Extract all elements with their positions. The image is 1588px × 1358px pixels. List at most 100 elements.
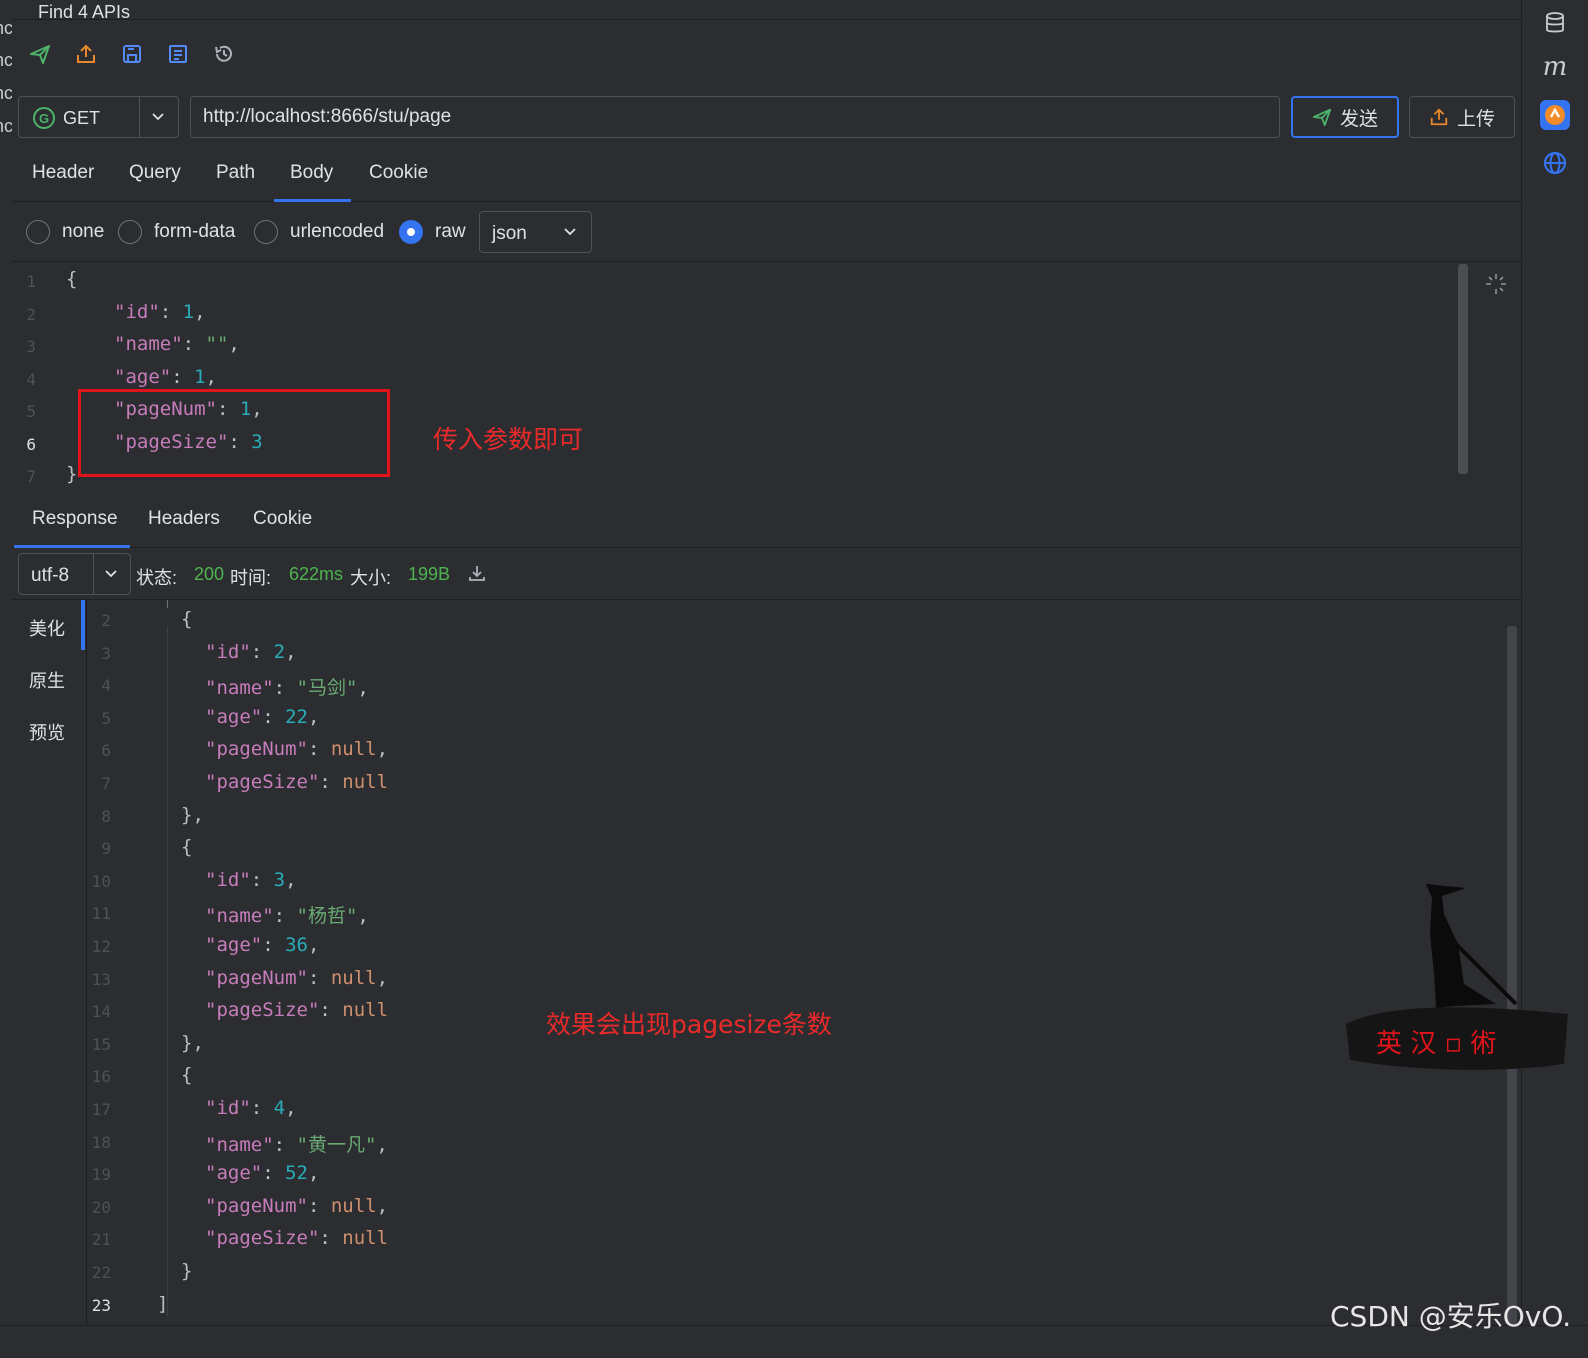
export-icon[interactable] xyxy=(70,38,102,70)
send-button[interactable]: 发送 xyxy=(1291,96,1399,138)
line-number: 4 xyxy=(101,676,111,696)
save-icon[interactable] xyxy=(116,38,148,70)
code-line: { xyxy=(181,836,193,859)
line-number: 5 xyxy=(26,402,36,421)
code-line: "pageNum": null, xyxy=(205,738,389,761)
line-number: 3 xyxy=(101,643,111,663)
code-line: } xyxy=(181,1260,193,1282)
view-preview[interactable]: 预览 xyxy=(29,719,65,745)
left-panel-edge: nc nc nc nc xyxy=(0,0,12,1358)
code-line: "id": 3, xyxy=(205,868,297,891)
line-number: 6 xyxy=(101,741,111,761)
tab-path[interactable]: Path xyxy=(216,162,255,184)
code-line: "pageSize": null xyxy=(205,771,389,793)
url-input[interactable]: http://localhost:8666/stu/page xyxy=(190,96,1280,138)
view-beautify[interactable]: 美化 xyxy=(29,615,65,641)
watermark-logo-text: 英 汉 ▫ 術 xyxy=(1376,1029,1496,1059)
raw-format-select[interactable]: json xyxy=(479,211,592,253)
json-value: "" xyxy=(205,333,229,355)
response-body-viewer[interactable]: 2 {3 "id": 2, 4 "name": "马剑", 5 "age": 22, 6 "pa… xyxy=(86,600,1518,1325)
line-number: 16 xyxy=(91,1067,111,1087)
database-icon[interactable] xyxy=(1534,2,1576,44)
method-select[interactable]: G GET xyxy=(18,96,179,138)
radio-form-data[interactable] xyxy=(118,220,142,244)
tab-cookie[interactable]: Cookie xyxy=(369,162,428,184)
line-number: 21 xyxy=(91,1230,111,1250)
body-type-selector: none form-data urlencoded raw json xyxy=(12,204,1521,262)
line-number: 18 xyxy=(91,1132,111,1152)
tab-query[interactable]: Query xyxy=(129,162,181,184)
window-title-bar: Find 4 APIs xyxy=(12,0,1521,20)
tab-headers[interactable]: Headers xyxy=(148,508,220,530)
upload-button[interactable]: 上传 xyxy=(1409,96,1515,138)
time-label: 时间: xyxy=(230,568,272,588)
left-panel-fragment: nc xyxy=(0,18,12,38)
upload-icon xyxy=(1430,108,1448,126)
code-line: "name": "杨哲", xyxy=(205,905,369,928)
line-number: 23 xyxy=(91,1295,111,1315)
status-label: 状态: xyxy=(136,568,178,588)
line-number: 9 xyxy=(101,839,111,859)
code-line: "age": 1, xyxy=(114,366,217,388)
tab-body[interactable]: Body xyxy=(290,162,333,184)
api-debug-panel: Find 4 APIs G GET http://localhost:8666/… xyxy=(12,0,1521,1358)
code-line: "id": 1, xyxy=(114,301,206,323)
format-sparkle-icon[interactable] xyxy=(1484,272,1508,301)
radio-raw-label: raw xyxy=(435,221,466,242)
tab-response-cookie[interactable]: Cookie xyxy=(253,508,312,530)
line-number: 4 xyxy=(26,370,36,389)
chevron-down-icon xyxy=(150,108,166,129)
download-icon[interactable] xyxy=(467,563,487,588)
code-line: "age": 36, xyxy=(205,934,320,956)
radio-none[interactable] xyxy=(26,220,50,244)
send-icon[interactable] xyxy=(24,38,56,70)
radio-urlencoded[interactable] xyxy=(254,220,278,244)
size-label: 大小: xyxy=(350,568,392,588)
active-view-indicator xyxy=(81,600,85,650)
save-as-icon[interactable] xyxy=(162,38,194,70)
response-view-tabs: 美化 原生 预览 xyxy=(12,600,86,1325)
line-number: 20 xyxy=(91,1197,111,1217)
radio-raw[interactable] xyxy=(399,220,423,244)
json-key: "name" xyxy=(114,333,183,355)
line-number: 2 xyxy=(101,611,111,630)
code-line: "age": 52, xyxy=(205,1162,320,1185)
view-raw[interactable]: 原生 xyxy=(29,667,65,693)
raw-format-value: json xyxy=(492,223,527,244)
tab-header[interactable]: Header xyxy=(32,162,94,184)
code-line: { xyxy=(181,608,193,630)
code-line: "pageNum": null, xyxy=(205,1194,389,1217)
json-key: "id" xyxy=(114,301,160,323)
upload-button-label: 上传 xyxy=(1456,108,1495,130)
maven-icon[interactable]: m xyxy=(1534,46,1576,88)
status-value: 200 xyxy=(194,564,225,584)
send-button-label: 发送 xyxy=(1339,108,1378,130)
api-plugin-icon[interactable] xyxy=(1534,94,1576,136)
encoding-select[interactable]: utf-8 xyxy=(18,553,131,595)
divider xyxy=(93,554,94,594)
code-line: { xyxy=(66,268,78,290)
request-url-row: G GET http://localhost:8666/stu/page 发送 … xyxy=(18,96,1518,138)
history-icon[interactable] xyxy=(208,38,240,70)
indent-guide xyxy=(167,626,168,1316)
line-number: 10 xyxy=(91,871,111,891)
tab-response[interactable]: Response xyxy=(32,508,118,530)
get-method-icon: G xyxy=(33,107,55,129)
send-icon xyxy=(1312,108,1332,127)
radio-urlencoded-label: urlencoded xyxy=(290,221,385,242)
request-tabs: Header Query Path Body Cookie xyxy=(12,150,1521,202)
chevron-down-icon xyxy=(562,223,578,245)
code-line: }, xyxy=(181,1031,204,1054)
response-meta-bar: utf-8 状态: 200 时间: 622ms 大小: 199B xyxy=(12,548,1521,600)
request-editor-scrollbar[interactable] xyxy=(1458,264,1468,474)
line-number: 14 xyxy=(91,1002,111,1022)
window-title: Find 4 APIs xyxy=(38,2,131,20)
code-line: "name": "马剑", xyxy=(205,677,369,700)
code-line: "pageNum": null, xyxy=(205,966,389,989)
fold-marker xyxy=(167,600,168,608)
globe-icon[interactable] xyxy=(1534,142,1576,184)
line-number: 7 xyxy=(101,774,111,793)
code-line: "pageSize": null xyxy=(205,999,389,1022)
annotation-highlight-box xyxy=(78,389,390,477)
line-number: 8 xyxy=(101,806,111,826)
